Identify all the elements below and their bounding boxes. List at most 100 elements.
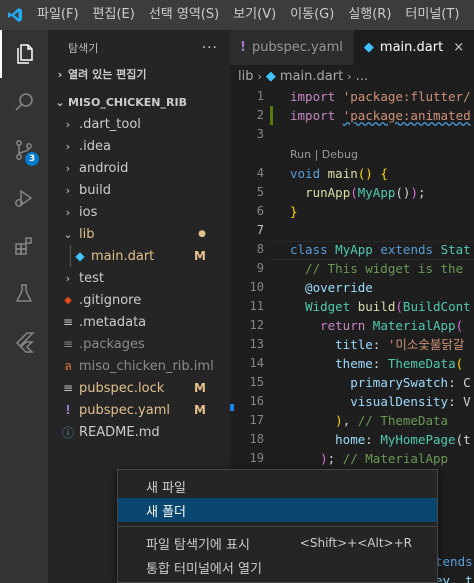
menu-item-shortcut: <Shift>+<Alt>+R bbox=[299, 536, 412, 550]
close-tab-icon[interactable]: × bbox=[453, 40, 464, 55]
breadcrumb-item[interactable]: lib bbox=[238, 69, 253, 84]
menu-selection[interactable]: 선택 영역(S) bbox=[142, 0, 226, 30]
code-line-13: title: '미소숯불닭갈 bbox=[335, 337, 465, 352]
tree-item-metadata[interactable]: ≡ .metadata bbox=[48, 311, 230, 333]
tree-item-test[interactable]: › test bbox=[48, 267, 230, 289]
file-lines-icon: ≡ bbox=[62, 337, 74, 351]
line-number: 19 bbox=[249, 451, 264, 465]
menu-run[interactable]: 실행(R) bbox=[341, 0, 398, 30]
git-status-badge: M bbox=[194, 249, 206, 263]
tree-item-build[interactable]: › build bbox=[48, 179, 230, 201]
code-line-6: } bbox=[290, 204, 298, 219]
tree-item-ios[interactable]: › ios bbox=[48, 201, 230, 223]
menu-go[interactable]: 이동(G) bbox=[283, 0, 341, 30]
explorer-context-menu: 새 파일 새 폴더 파일 탐색기에 표시 <Shift>+<Alt>+R 통합 … bbox=[117, 469, 438, 583]
menu-item-label: 새 파일 bbox=[146, 480, 187, 496]
tree-item-main-dart[interactable]: ◆ main.dart M bbox=[48, 245, 230, 267]
more-actions-icon[interactable]: ··· bbox=[202, 40, 218, 56]
breadcrumb-item[interactable]: ... bbox=[356, 69, 368, 84]
tree-item-pubspec-lock[interactable]: ≡ pubspec.lock M bbox=[48, 377, 230, 399]
tree-item-label: ios bbox=[79, 204, 98, 220]
line-number: 10 bbox=[249, 280, 264, 294]
explorer-header: 탐색기 ··· bbox=[48, 30, 230, 65]
chevron-right-icon: › bbox=[65, 161, 71, 175]
tree-item-packages[interactable]: ≡ .packages bbox=[48, 333, 230, 355]
tree-item-label: android bbox=[79, 160, 129, 176]
explorer-activity-button[interactable] bbox=[0, 30, 48, 78]
code-line-2: import 'package:animated bbox=[290, 108, 471, 123]
line-number: 16 bbox=[249, 394, 264, 408]
dart-file-icon: ◆ bbox=[363, 40, 374, 55]
editor-tabs: ! pubspec.yaml ◆ main.dart × bbox=[230, 30, 474, 65]
line-number: 2 bbox=[256, 108, 264, 122]
tree-item-label: pubspec.lock bbox=[79, 380, 165, 396]
code-line-10: @override bbox=[290, 280, 373, 295]
tree-item-lib[interactable]: ⌄ lib ● bbox=[48, 223, 230, 245]
tree-item-label: lib bbox=[79, 226, 95, 242]
tab-pubspec-yaml[interactable]: ! pubspec.yaml bbox=[230, 30, 354, 65]
line-number: 1 bbox=[256, 89, 264, 103]
tree-item-pubspec-yaml[interactable]: ! pubspec.yaml M bbox=[48, 399, 230, 421]
tab-main-dart[interactable]: ◆ main.dart × bbox=[353, 30, 474, 65]
menu-separator bbox=[118, 526, 437, 527]
menu-edit[interactable]: 편집(E) bbox=[86, 0, 142, 30]
code-line-5: runApp(MyApp()); bbox=[305, 185, 426, 200]
testing-activity-button[interactable] bbox=[0, 270, 48, 318]
menu-item-new-file[interactable]: 새 파일 bbox=[118, 474, 437, 498]
chevron-down-icon: ⌄ bbox=[63, 227, 73, 241]
menu-view[interactable]: 보기(V) bbox=[226, 0, 283, 30]
menu-item-new-folder[interactable]: 새 폴더 bbox=[118, 498, 437, 522]
tree-item-iml[interactable]: ล miso_chicken_rib.iml bbox=[48, 355, 230, 377]
files-icon bbox=[17, 44, 33, 64]
explorer-title: 탐색기 bbox=[68, 41, 99, 55]
tree-item-label: pubspec.yaml bbox=[79, 402, 170, 418]
code-line-9: // This widget is the bbox=[290, 261, 464, 276]
tree-item-dart-tool[interactable]: › .dart_tool bbox=[48, 113, 230, 135]
breadcrumb-item[interactable]: main.dart bbox=[280, 69, 343, 84]
git-status-badge: M bbox=[194, 403, 206, 417]
file-lines-icon: ≡ bbox=[62, 381, 74, 395]
run-debug-codelens[interactable]: Run | Debug bbox=[290, 145, 358, 164]
flutter-activity-button[interactable] bbox=[0, 318, 48, 366]
tree-item-label: test bbox=[79, 270, 104, 286]
run-debug-activity-button[interactable] bbox=[0, 174, 48, 222]
chevron-right-icon: › bbox=[65, 183, 71, 197]
yaml-file-icon: ! bbox=[240, 40, 246, 55]
tree-item-gitignore[interactable]: ◆ .gitignore bbox=[48, 289, 230, 311]
line-number: 9 bbox=[256, 261, 264, 275]
open-editors-section[interactable]: › 열려 있는 편집기 bbox=[48, 63, 230, 85]
line-number: 4 bbox=[256, 166, 264, 180]
menu-terminal[interactable]: 터미널(T) bbox=[398, 0, 466, 30]
yaml-file-icon: ! bbox=[65, 403, 71, 417]
menu-item-label: 새 폴더 bbox=[146, 504, 187, 520]
source-control-activity-button[interactable]: 3 bbox=[0, 126, 48, 174]
tree-item-android[interactable]: › android bbox=[48, 157, 230, 179]
code-line-8: class MyApp extends Stat bbox=[290, 242, 471, 257]
info-file-icon: ⓘ bbox=[61, 425, 74, 440]
code-line-15: primarySwatch: C bbox=[350, 375, 471, 390]
code-peek-line: ey, t bbox=[435, 573, 473, 583]
menu-item-open-in-integrated-terminal[interactable]: 통합 터미널에서 열기 bbox=[118, 555, 437, 579]
tree-item-idea[interactable]: › .idea bbox=[48, 135, 230, 157]
git-file-icon: ◆ bbox=[64, 294, 72, 306]
tree-item-label: build bbox=[79, 182, 111, 198]
file-tree: › .dart_tool › .idea › android › build ›… bbox=[48, 113, 230, 443]
extensions-activity-button[interactable] bbox=[0, 222, 48, 270]
extensions-icon bbox=[15, 237, 32, 255]
activity-bar: 3 bbox=[0, 30, 48, 583]
code-peek-line: tends bbox=[435, 554, 473, 569]
dart-file-icon: ◆ bbox=[265, 68, 276, 84]
line-number: 13 bbox=[249, 337, 264, 351]
menu-file[interactable]: 파일(F) bbox=[30, 0, 86, 30]
tree-item-label: .gitignore bbox=[79, 292, 142, 308]
tree-item-label: main.dart bbox=[91, 248, 155, 264]
line-number: 8 bbox=[256, 242, 264, 256]
tree-item-readme[interactable]: ⓘ README.md bbox=[48, 421, 230, 443]
search-activity-button[interactable] bbox=[0, 78, 48, 126]
chevron-right-icon: › bbox=[57, 67, 63, 81]
open-editors-label: 열려 있는 편집기 bbox=[68, 68, 147, 81]
project-section[interactable]: ⌄ MISO_CHICKEN_RIB bbox=[48, 91, 230, 113]
menu-item-reveal-in-file-explorer[interactable]: 파일 탐색기에 표시 <Shift>+<Alt>+R bbox=[118, 531, 437, 555]
git-status-badge: M bbox=[194, 381, 206, 395]
search-icon bbox=[15, 93, 33, 111]
